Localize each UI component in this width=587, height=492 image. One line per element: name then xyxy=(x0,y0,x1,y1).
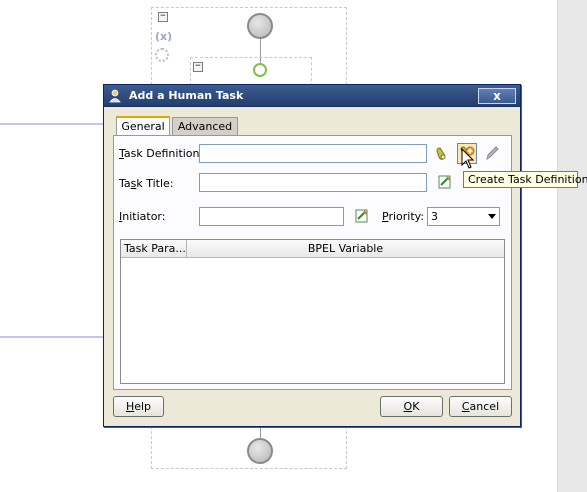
close-button[interactable]: x xyxy=(478,88,516,104)
initiator-input[interactable] xyxy=(199,207,344,226)
column-header-bpel-variable[interactable]: BPEL Variable xyxy=(187,240,504,257)
task-parameters-table[interactable]: Task Para... BPEL Variable xyxy=(120,239,505,384)
dialog-title: Add a Human Task xyxy=(129,89,244,102)
task-title-input[interactable] xyxy=(199,173,427,192)
priority-select[interactable]: 3 xyxy=(427,207,500,226)
edit-task-definition-icon[interactable] xyxy=(484,145,500,161)
initiator-label: Initiator: xyxy=(119,210,166,223)
browse-task-definition-icon[interactable] xyxy=(434,146,450,162)
task-definition-label: Task Definition: xyxy=(119,147,204,160)
swimlane-line-top xyxy=(0,123,104,125)
add-activity-icon[interactable] xyxy=(253,63,267,77)
dialog-titlebar[interactable]: Add a Human Task x xyxy=(104,85,520,107)
human-task-icon xyxy=(109,89,121,103)
priority-value: 3 xyxy=(431,210,438,223)
expression-builder-icon[interactable] xyxy=(437,174,453,190)
collapse-inner-scope-icon[interactable]: − xyxy=(193,62,203,72)
task-title-label: Task Title: xyxy=(119,177,174,190)
mouse-cursor-icon xyxy=(461,148,475,169)
swimlane-line-bottom xyxy=(0,336,104,338)
task-definition-input[interactable] xyxy=(199,144,427,163)
tab-general[interactable]: General xyxy=(116,116,170,136)
initiator-expression-builder-icon[interactable] xyxy=(354,208,370,224)
table-header: Task Para... BPEL Variable xyxy=(121,240,504,258)
ok-button[interactable]: OK xyxy=(380,396,443,417)
priority-label: Priority: xyxy=(382,210,425,223)
chevron-down-icon xyxy=(488,214,496,219)
start-node-icon[interactable] xyxy=(247,13,273,39)
column-header-task-parameter[interactable]: Task Para... xyxy=(121,240,187,257)
cancel-button[interactable]: Cancel xyxy=(449,396,512,417)
help-button[interactable]: Help xyxy=(113,396,164,417)
collapse-scope-icon[interactable]: − xyxy=(158,12,168,22)
tab-advanced[interactable]: Advanced xyxy=(172,117,238,135)
add-human-task-dialog: Add a Human Task x General Advanced Task… xyxy=(103,84,521,427)
flow-connector-top xyxy=(260,39,261,63)
variables-icon[interactable]: (x) xyxy=(155,30,172,43)
gear-icon[interactable] xyxy=(155,48,169,62)
create-task-definition-tooltip: Create Task Definition xyxy=(463,171,587,188)
end-node-icon[interactable] xyxy=(247,438,273,464)
canvas-scroll-strip[interactable] xyxy=(557,0,587,492)
